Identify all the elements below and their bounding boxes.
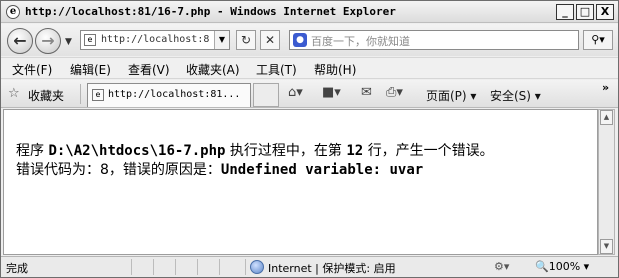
forward-icon[interactable]: → — [35, 28, 61, 54]
home-icon[interactable]: ⌂▾ — [288, 85, 303, 100]
security-zone[interactable]: Internet | 保护模式: 启用 — [268, 260, 396, 276]
ie-logo-icon: e — [6, 5, 20, 19]
page-content: 程序 D:\A2\htdocs\16-7.php 执行过程中，在第 12 行，产… — [3, 109, 598, 255]
page-menu-label: 页面(P) — [426, 89, 467, 103]
menu-file[interactable]: 文件(F) — [12, 61, 52, 78]
address-url[interactable]: http://localhost:81/16-7.php — [101, 34, 209, 45]
vertical-scrollbar[interactable]: ▲ ▼ — [598, 109, 615, 255]
line2-prefix: 错误代码为：8，错误的原因是： — [16, 162, 221, 178]
line1-middle: 执行过程中，在第 — [229, 143, 342, 159]
search-icon[interactable]: ⚲▾ — [583, 30, 613, 50]
safety-menu-label: 安全(S) — [490, 89, 531, 103]
error-text: Undefined variable: uvar — [220, 162, 424, 178]
status-panel — [175, 259, 195, 275]
zoom-level[interactable]: 🔍100% ▾ — [535, 260, 589, 273]
status-panel — [153, 259, 173, 275]
globe-icon — [250, 260, 264, 274]
history-dropdown-icon[interactable]: ▼ — [65, 37, 72, 47]
menu-bar: 文件(F) 编辑(E) 查看(V) 收藏夹(A) 工具(T) 帮助(H) — [1, 57, 618, 79]
divider — [80, 84, 81, 104]
tab-current[interactable]: e http://localhost:81... — [87, 83, 251, 107]
back-icon[interactable]: ← — [7, 28, 33, 54]
script-path: D:\A2\htdocs\16-7.php — [48, 143, 226, 159]
menu-edit[interactable]: 编辑(E) — [70, 61, 111, 78]
mail-icon[interactable]: ✉ — [361, 85, 372, 100]
minimize-button[interactable]: _ — [556, 4, 574, 20]
favorites-bar: ☆ 收藏夹 e http://localhost:81... ⌂▾ ■▾ ✉ ⎙… — [1, 80, 618, 108]
address-input[interactable]: e http://localhost:81/16-7.php ▼ — [80, 30, 230, 50]
scroll-up-icon[interactable]: ▲ — [600, 110, 613, 125]
status-bar: 完成 Internet | 保护模式: 启用 ⚙▾ 🔍100% ▾ — [1, 256, 618, 277]
search-input[interactable]: ● 百度一下，你就知道 — [289, 30, 579, 50]
tab-title: http://localhost:81... — [108, 89, 241, 100]
line1-suffix: 行，产生一个错误。 — [367, 143, 494, 159]
page-menu[interactable]: 页面(P) ▾ — [426, 87, 476, 104]
close-button[interactable]: X — [596, 4, 614, 20]
browser-window: e http://localhost:81/16-7.php - Windows… — [0, 0, 619, 278]
ie-page-icon: e — [84, 34, 96, 46]
new-tab-button[interactable] — [253, 83, 279, 107]
favorites-button[interactable]: 收藏夹 — [28, 87, 64, 104]
menu-help[interactable]: 帮助(H) — [314, 61, 356, 78]
print-icon[interactable]: ⎙▾ — [386, 85, 403, 100]
baidu-logo-icon: ● — [293, 33, 307, 47]
search-placeholder[interactable]: 百度一下，你就知道 — [311, 33, 410, 49]
stop-icon[interactable]: ✕ — [260, 30, 280, 50]
address-toolbar: ← → ▼ e http://localhost:81/16-7.php ▼ ↻… — [1, 24, 618, 56]
status-panel — [219, 259, 239, 275]
title-bar: e http://localhost:81/16-7.php - Windows… — [1, 1, 618, 23]
menu-view[interactable]: 查看(V) — [128, 61, 170, 78]
safety-menu[interactable]: 安全(S) ▾ — [490, 87, 541, 104]
error-line-1: 程序 D:\A2\htdocs\16-7.php 执行过程中，在第 12 行，产… — [16, 142, 494, 161]
status-panel — [131, 259, 151, 275]
star-icon[interactable]: ☆ — [8, 86, 20, 101]
refresh-icon[interactable]: ↻ — [236, 30, 256, 50]
menu-tools[interactable]: 工具(T) — [256, 61, 297, 78]
window-title: http://localhost:81/16-7.php - Windows I… — [25, 5, 396, 18]
error-message: 程序 D:\A2\htdocs\16-7.php 执行过程中，在第 12 行，产… — [16, 142, 494, 180]
ie-page-icon: e — [92, 89, 104, 101]
status-text: 完成 — [6, 262, 28, 275]
chevron-more-icon[interactable]: » — [602, 81, 609, 94]
menu-favorites[interactable]: 收藏夹(A) — [186, 61, 240, 78]
status-panel — [197, 259, 217, 275]
settings-icon[interactable]: ⚙▾ — [494, 260, 509, 273]
line1-prefix: 程序 — [16, 143, 44, 159]
scroll-down-icon[interactable]: ▼ — [600, 239, 613, 254]
zoom-value: 100% — [548, 260, 581, 273]
line-number: 12 — [346, 143, 364, 159]
address-dropdown-icon[interactable]: ▼ — [214, 31, 229, 49]
error-line-2: 错误代码为：8，错误的原因是：Undefined variable: uvar — [16, 161, 494, 180]
rss-icon[interactable]: ■▾ — [322, 85, 341, 100]
maximize-button[interactable]: □ — [576, 4, 594, 20]
